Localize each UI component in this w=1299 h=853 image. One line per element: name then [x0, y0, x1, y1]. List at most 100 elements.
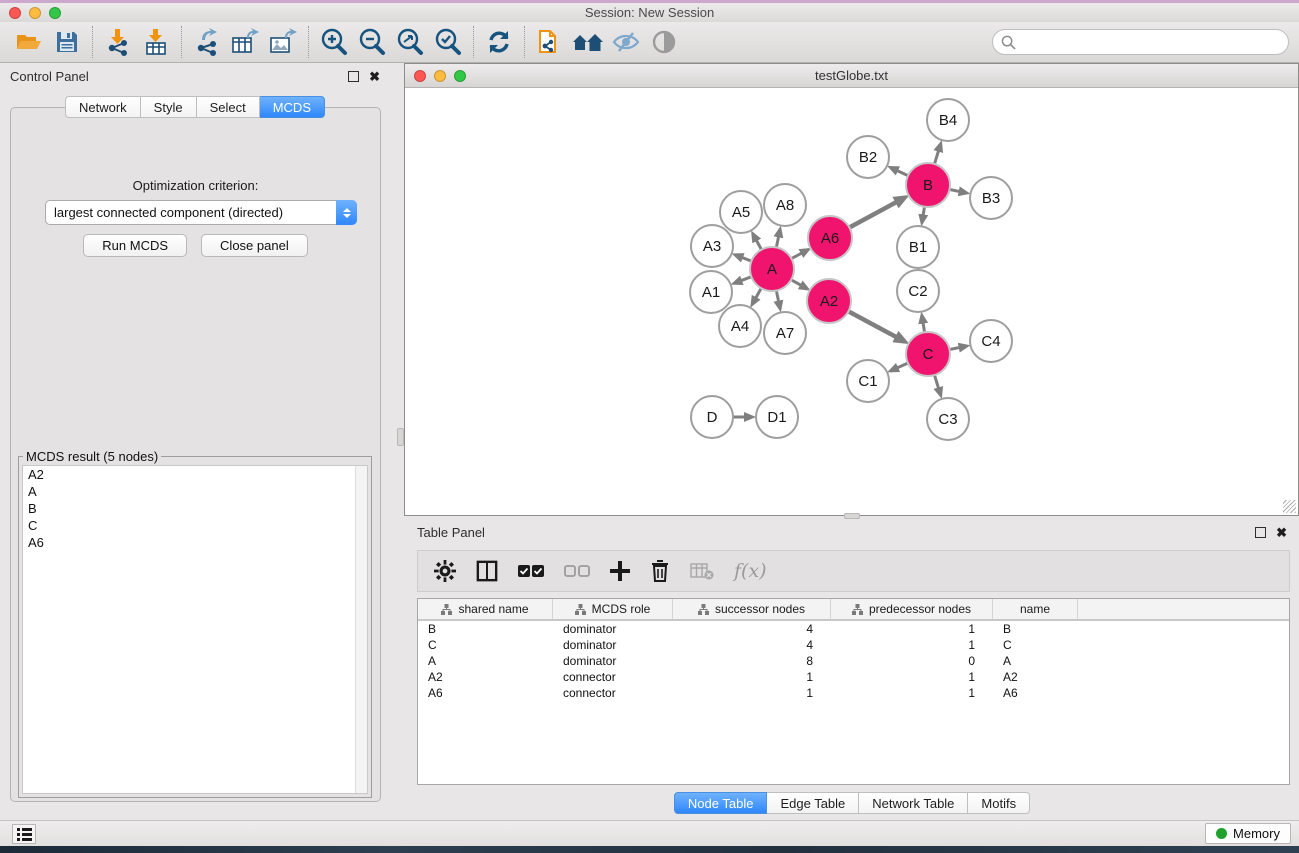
- tab-network-table[interactable]: Network Table: [859, 792, 968, 814]
- graph-node-C2[interactable]: C2: [897, 270, 939, 312]
- optimization-criterion-select[interactable]: largest connected component (directed): [45, 200, 357, 225]
- graph-edge: [934, 374, 938, 388]
- network-canvas[interactable]: A A1 A2 A3 A4 A5 A6 A7 A8 B B1 B2 B3B4 C C1 C2 C3C4 D D1: [405, 88, 1298, 515]
- node-label: D: [707, 409, 718, 426]
- graph-node-A4[interactable]: A4: [719, 305, 761, 347]
- export-table-button[interactable]: [226, 25, 264, 59]
- tab-motifs[interactable]: Motifs: [968, 792, 1030, 814]
- deselect-all-button[interactable]: [564, 564, 590, 578]
- import-table-button[interactable]: [137, 25, 175, 59]
- table-settings-button[interactable]: [434, 560, 456, 582]
- show-all-networks-button[interactable]: [569, 25, 607, 59]
- graph-node-B4[interactable]: B4: [927, 99, 969, 141]
- hide-eye-icon: [612, 30, 640, 54]
- memory-button[interactable]: Memory: [1205, 823, 1291, 844]
- graph-node-A8[interactable]: A8: [764, 184, 806, 226]
- cell: dominator: [553, 654, 673, 668]
- horizontal-splitter-handle[interactable]: [844, 513, 860, 519]
- mcds-result-item[interactable]: B: [23, 500, 367, 517]
- graph-node-A7[interactable]: A7: [764, 312, 806, 354]
- zoom-in-button[interactable]: [315, 25, 353, 59]
- refresh-button[interactable]: [480, 25, 518, 59]
- float-table-panel-icon[interactable]: [1255, 527, 1266, 538]
- import-network-button[interactable]: [99, 25, 137, 59]
- zoom-selected-button[interactable]: [429, 25, 467, 59]
- graph-node-A3[interactable]: A3: [691, 225, 733, 267]
- save-session-button[interactable]: [48, 25, 86, 59]
- clone-network-icon: [537, 27, 563, 57]
- show-columns-button[interactable]: [476, 560, 498, 582]
- mcds-result-item[interactable]: A2: [23, 466, 367, 483]
- search-input[interactable]: [1021, 35, 1288, 50]
- graph-node-A[interactable]: A: [750, 247, 794, 291]
- resize-grip[interactable]: [1283, 500, 1296, 513]
- tab-edge-table[interactable]: Edge Table: [767, 792, 859, 814]
- float-panel-icon[interactable]: [348, 71, 359, 82]
- graph-node-A1[interactable]: A1: [690, 271, 732, 313]
- graph-node-A6[interactable]: A6: [808, 216, 852, 260]
- table-row[interactable]: Adominator80A: [418, 653, 1289, 669]
- column-header-name[interactable]: name: [993, 599, 1078, 619]
- zoom-out-icon: [358, 28, 386, 56]
- graph-node-D1[interactable]: D1: [756, 396, 798, 438]
- cell: C: [418, 638, 553, 652]
- table-row[interactable]: Bdominator41B: [418, 621, 1289, 637]
- search-field[interactable]: [992, 29, 1289, 55]
- graph-node-A5[interactable]: A5: [720, 191, 762, 233]
- home-icon: [571, 30, 605, 54]
- show-panel-button[interactable]: [645, 25, 683, 59]
- graph-node-A2[interactable]: A2: [807, 279, 851, 323]
- tab-style[interactable]: Style: [141, 96, 197, 118]
- task-history-button[interactable]: [12, 824, 36, 844]
- mcds-result-item[interactable]: C: [23, 517, 367, 534]
- mcds-result-item[interactable]: A: [23, 483, 367, 500]
- column-header-successor-nodes[interactable]: successor nodes: [673, 599, 831, 619]
- close-table-panel-icon[interactable]: ✖: [1276, 527, 1287, 538]
- toolbar-separator: [473, 26, 474, 58]
- hide-panel-button[interactable]: [607, 25, 645, 59]
- zoom-out-button[interactable]: [353, 25, 391, 59]
- network-window-titlebar: testGlobe.txt: [405, 64, 1298, 88]
- run-mcds-button[interactable]: Run MCDS: [83, 234, 187, 257]
- tab-node-table[interactable]: Node Table: [674, 792, 768, 814]
- cell: B: [993, 622, 1078, 636]
- graph-node-D[interactable]: D: [691, 396, 733, 438]
- zoom-fit-button[interactable]: [391, 25, 429, 59]
- open-file-button[interactable]: [10, 25, 48, 59]
- graph-node-B3[interactable]: B3: [970, 177, 1012, 219]
- mcds-result-list: A2ABCA6: [22, 465, 368, 794]
- table-row[interactable]: Cdominator41C: [418, 637, 1289, 653]
- column-header-shared-name[interactable]: shared name: [418, 599, 553, 619]
- close-panel-icon[interactable]: ✖: [369, 71, 380, 82]
- export-image-button[interactable]: [264, 25, 302, 59]
- graph-node-B1[interactable]: B1: [897, 226, 939, 268]
- tab-network[interactable]: Network: [65, 96, 141, 118]
- result-scrollbar[interactable]: [355, 466, 367, 793]
- column-header-predecessor-nodes[interactable]: predecessor nodes: [831, 599, 993, 619]
- select-all-button[interactable]: [518, 564, 544, 578]
- network-view-window: testGlobe.txt A A1 A2 A3 A4 A5 A6 A7 A8 B B1 B2 B3B4…: [404, 63, 1299, 516]
- graph-node-C1[interactable]: C1: [847, 360, 889, 402]
- mcds-result-item[interactable]: A6: [23, 534, 367, 551]
- table-row[interactable]: A6connector11A6: [418, 685, 1289, 701]
- column-header-MCDS-role[interactable]: MCDS role: [553, 599, 673, 619]
- tab-select[interactable]: Select: [197, 96, 260, 118]
- tab-mcds[interactable]: MCDS: [260, 96, 325, 118]
- export-network-button[interactable]: [188, 25, 226, 59]
- table-row[interactable]: A2connector11A2: [418, 669, 1289, 685]
- cell: 1: [673, 686, 831, 700]
- graph-node-B[interactable]: B: [906, 163, 950, 207]
- graph-node-C[interactable]: C: [906, 332, 950, 376]
- cell: dominator: [553, 638, 673, 652]
- close-panel-button[interactable]: Close panel: [201, 234, 308, 257]
- graph-node-C4[interactable]: C4: [970, 320, 1012, 362]
- graph-node-B2[interactable]: B2: [847, 136, 889, 178]
- delete-column-button[interactable]: [650, 560, 670, 582]
- column-label: shared name: [458, 602, 528, 616]
- graph-node-C3[interactable]: C3: [927, 398, 969, 440]
- clone-network-button[interactable]: [531, 25, 569, 59]
- node-label: D1: [767, 409, 786, 426]
- create-column-button[interactable]: [610, 561, 630, 581]
- vertical-splitter-handle[interactable]: [397, 428, 404, 446]
- cell: dominator: [553, 622, 673, 636]
